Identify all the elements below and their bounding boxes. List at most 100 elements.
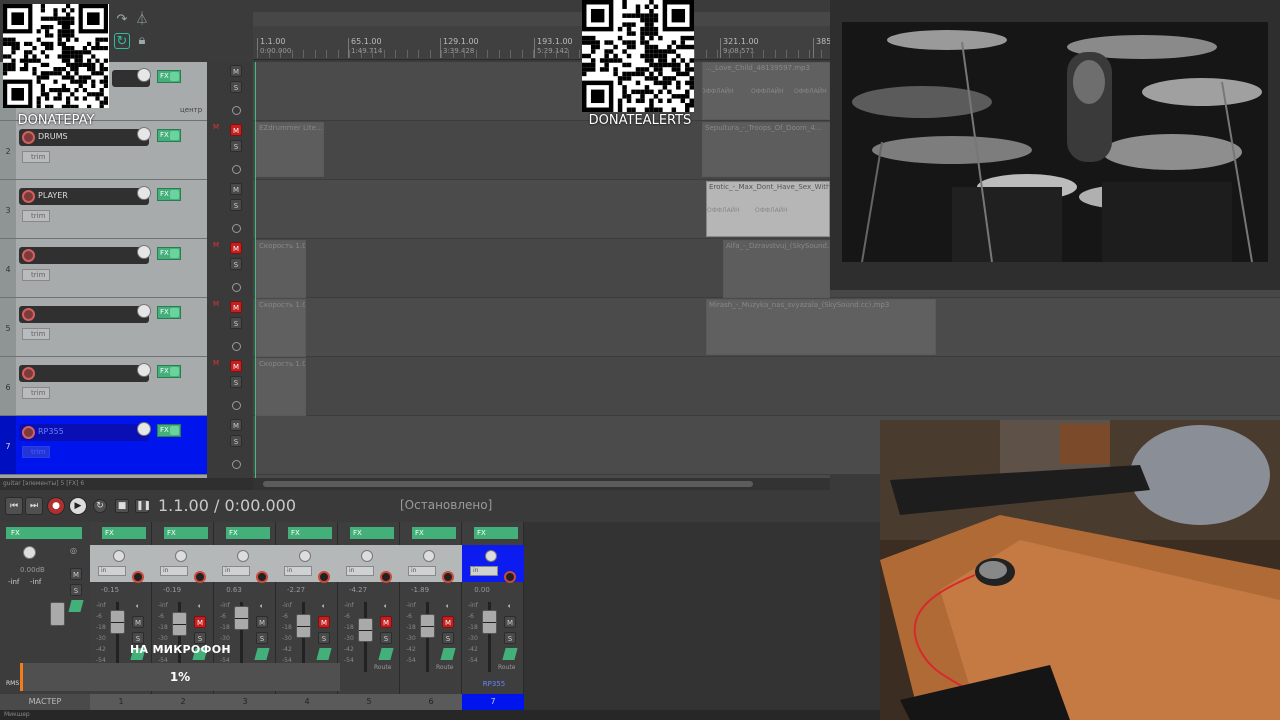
strip-pan-knob[interactable]: [113, 550, 125, 562]
strip-fader[interactable]: [482, 610, 497, 634]
automation-trim-button[interactable]: trim: [22, 387, 50, 399]
scrollbar-thumb[interactable]: [263, 481, 753, 487]
timeline-ruler[interactable]: 1.1.00 0:00.000 65.1.00 1:49.714 129.1.00 3:3…: [253, 12, 831, 60]
record-arm-button[interactable]: [22, 367, 35, 380]
redo-icon[interactable]: ↷: [114, 12, 130, 28]
phase-icon[interactable]: [232, 342, 241, 351]
strip-number[interactable]: 1: [90, 694, 152, 710]
fx-button[interactable]: FX: [157, 129, 181, 142]
strip-number[interactable]: 4: [276, 694, 338, 710]
track-solo-button[interactable]: S: [230, 376, 242, 388]
track-name-field[interactable]: [19, 247, 149, 264]
strip-record-arm-button[interactable]: [194, 571, 206, 583]
strip-fx-button[interactable]: FX: [412, 527, 456, 539]
media-item[interactable]: Скорость 1.0...: [256, 299, 306, 357]
media-item[interactable]: Скорость 1.0...: [256, 358, 306, 416]
volume-knob[interactable]: [137, 68, 151, 82]
lock-icon[interactable]: 🔒︎: [134, 33, 150, 49]
strip-number[interactable]: 3: [214, 694, 276, 710]
fx-bypass-icon[interactable]: [170, 308, 179, 317]
track-header-7[interactable]: 7 RP355 FX trim: [0, 416, 207, 475]
stop-button[interactable]: ■: [115, 499, 129, 513]
strip-solo-button[interactable]: S: [442, 632, 454, 644]
phase-icon[interactable]: [232, 460, 241, 469]
strip-mute-button[interactable]: M: [132, 616, 144, 628]
track-lane[interactable]: [253, 357, 1280, 416]
go-to-start-icon[interactable]: ⏮: [5, 497, 23, 515]
track-solo-button[interactable]: S: [230, 199, 242, 211]
strip-solo-button[interactable]: S: [504, 632, 516, 644]
strip-number[interactable]: 6: [400, 694, 462, 710]
automation-trim-button[interactable]: trim: [22, 269, 50, 281]
repeat-icon[interactable]: ↻: [93, 499, 107, 513]
strip-route-icon[interactable]: [254, 648, 270, 660]
arrange-view[interactable]: ..._Love_Child_48139597.mp3 ОФФЛАЙН ОФФЛАЙ…: [253, 62, 1280, 478]
phase-icon[interactable]: [232, 401, 241, 410]
track-solo-button[interactable]: S: [230, 140, 242, 152]
strip-number[interactable]: 7: [462, 694, 524, 710]
strip-input-button[interactable]: in: [346, 566, 374, 576]
track-mute-button[interactable]: M: [230, 419, 242, 431]
volume-knob[interactable]: [137, 422, 151, 436]
track-mute-button[interactable]: M: [230, 183, 242, 195]
fx-bypass-icon[interactable]: [170, 72, 179, 81]
strip-pan-knob[interactable]: [237, 550, 249, 562]
strip-fader[interactable]: [296, 614, 311, 638]
go-to-end-icon[interactable]: ⏭: [25, 497, 43, 515]
phase-icon[interactable]: [232, 283, 241, 292]
track-name-field[interactable]: [19, 306, 149, 323]
strip-fx-button[interactable]: FX: [288, 527, 332, 539]
strip-input-button[interactable]: in: [160, 566, 188, 576]
strip-mute-button[interactable]: M: [194, 616, 206, 628]
strip-speaker-icon[interactable]: 🔈︎: [194, 600, 206, 612]
track-solo-button[interactable]: S: [230, 317, 242, 329]
strip-record-arm-button[interactable]: [318, 571, 330, 583]
strip-speaker-icon[interactable]: 🔈︎: [380, 600, 392, 612]
strip-mute-button[interactable]: M: [256, 616, 268, 628]
strip-input-button[interactable]: in: [284, 566, 312, 576]
strip-fader[interactable]: [172, 612, 187, 636]
strip-solo-button[interactable]: S: [380, 632, 392, 644]
volume-knob[interactable]: [137, 127, 151, 141]
strip-input-button[interactable]: in: [98, 566, 126, 576]
strip-fader[interactable]: [358, 618, 373, 642]
strip-pan-knob[interactable]: [299, 550, 311, 562]
phase-icon[interactable]: [232, 165, 241, 174]
master-mono-icon[interactable]: ◎: [70, 546, 83, 556]
master-route-icon[interactable]: [68, 600, 84, 612]
strip-speaker-icon[interactable]: 🔈︎: [318, 600, 330, 612]
track-mute-button[interactable]: M: [230, 242, 242, 254]
volume-knob[interactable]: [137, 186, 151, 200]
strip-fx-button[interactable]: FX: [226, 527, 270, 539]
strip-pan-knob[interactable]: [423, 550, 435, 562]
strip-input-button[interactable]: in: [470, 566, 498, 576]
record-arm-button[interactable]: [22, 131, 35, 144]
strip-input-button[interactable]: in: [222, 566, 250, 576]
strip-fx-button[interactable]: FX: [350, 527, 394, 539]
automation-trim-button[interactable]: trim: [22, 151, 50, 163]
fx-bypass-icon[interactable]: [170, 131, 179, 140]
strip-speaker-icon[interactable]: 🔈︎: [256, 600, 268, 612]
record-arm-button[interactable]: [22, 190, 35, 203]
fx-bypass-icon[interactable]: [170, 190, 179, 199]
master-solo-button[interactable]: S: [70, 584, 82, 596]
strip-solo-button[interactable]: S: [318, 632, 330, 644]
strip-record-arm-button[interactable]: [256, 571, 268, 583]
track-header-5[interactable]: 5 FX trim: [0, 298, 207, 357]
track-mute-button[interactable]: M: [230, 65, 242, 77]
phase-icon[interactable]: [232, 106, 241, 115]
strip-mute-button[interactable]: M: [318, 616, 330, 628]
media-item[interactable]: EZdrummer Lite...: [256, 122, 324, 177]
record-arm-button[interactable]: [22, 426, 35, 439]
master-fader[interactable]: [50, 602, 65, 626]
media-item[interactable]: Sepultura_-_Troops_Of_Doom_4...: [702, 122, 830, 177]
strip-fader[interactable]: [234, 606, 249, 630]
volume-knob[interactable]: [137, 304, 151, 318]
strip-record-arm-button[interactable]: [504, 571, 516, 583]
mixer-tab[interactable]: Микшер: [0, 710, 880, 720]
master-fx-button[interactable]: FX: [6, 527, 82, 539]
strip-fader[interactable]: [420, 614, 435, 638]
fx-button[interactable]: FX: [157, 365, 181, 378]
strip-number[interactable]: 5: [338, 694, 400, 710]
metronome-icon[interactable]: ⏃: [134, 12, 150, 28]
